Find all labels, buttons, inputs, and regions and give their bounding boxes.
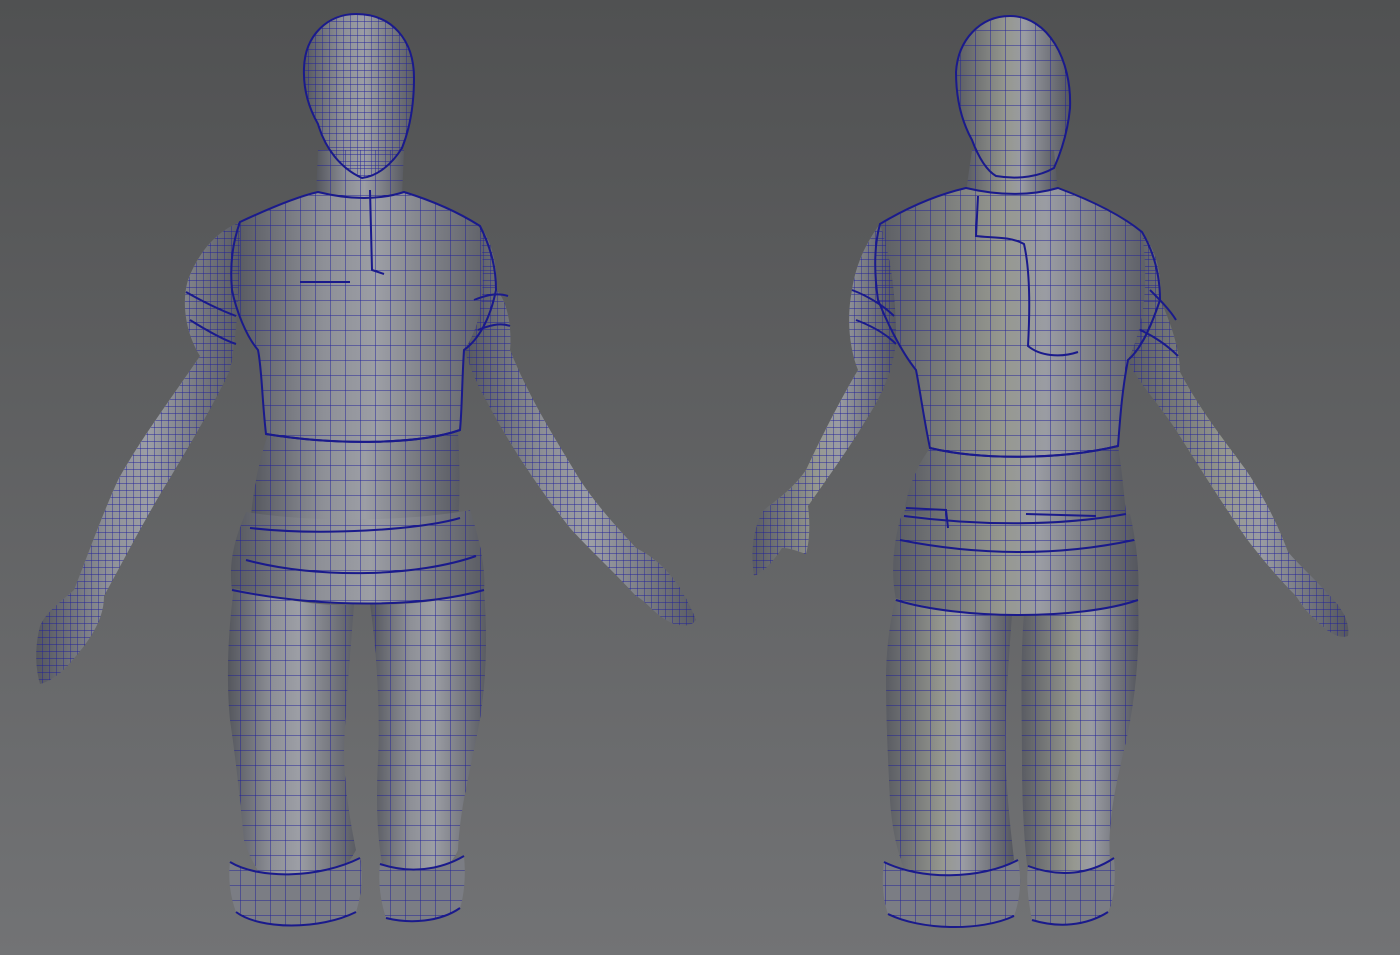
back-arm-right bbox=[1128, 232, 1349, 637]
character-back-view[interactable] bbox=[752, 14, 1349, 928]
wireframe-scene bbox=[36, 12, 1349, 928]
back-wire-overlay bbox=[752, 16, 1349, 928]
3d-viewport[interactable] bbox=[0, 0, 1400, 955]
character-front-view[interactable] bbox=[36, 12, 696, 927]
front-wire-overlay bbox=[36, 14, 696, 926]
